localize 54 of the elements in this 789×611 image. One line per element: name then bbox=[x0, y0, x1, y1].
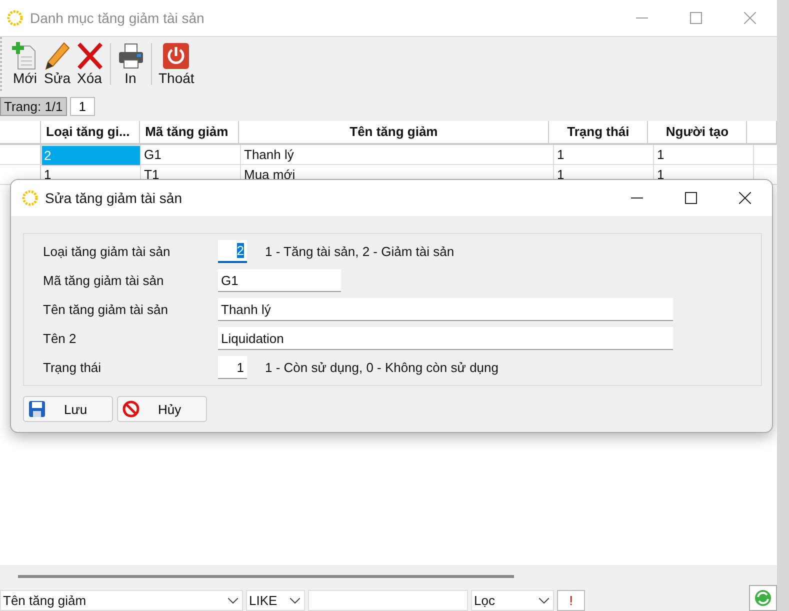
window-title: Danh mục tăng giảm tài sản bbox=[30, 10, 204, 26]
mode-dropdown[interactable]: Lọc bbox=[471, 590, 554, 611]
input-field[interactable]: 2 bbox=[218, 240, 247, 263]
table-cell: Thanh lý bbox=[241, 145, 554, 164]
table-cell: 2 bbox=[41, 145, 141, 166]
document-plus-icon bbox=[12, 42, 38, 70]
refresh-icon bbox=[753, 588, 773, 608]
cancel-button[interactable]: Hủy bbox=[117, 396, 207, 422]
sun-icon bbox=[6, 9, 24, 27]
field-label: Loại tăng giảm tài sản bbox=[43, 244, 172, 259]
toolbar-button[interactable]: In bbox=[116, 42, 146, 86]
field-label: Tên 2 bbox=[43, 331, 78, 346]
column-header[interactable]: Loại tăng gi... bbox=[41, 121, 140, 143]
scrollbar-thumb[interactable] bbox=[18, 574, 514, 578]
toolbar-button[interactable]: Sửa bbox=[42, 42, 72, 86]
toolbar-button[interactable]: Thoát bbox=[156, 42, 196, 86]
dialog-title: Sửa tăng giảm tài sản bbox=[45, 190, 182, 206]
column-header[interactable]: Tên tăng giảm bbox=[239, 121, 550, 143]
sun-icon bbox=[21, 189, 39, 207]
prohibited-icon bbox=[122, 400, 140, 418]
chevron-down-icon bbox=[539, 598, 549, 604]
refresh-button[interactable] bbox=[749, 585, 777, 611]
table-cell: 1 bbox=[654, 145, 754, 164]
input-field[interactable]: Liquidation bbox=[218, 327, 673, 350]
toolbar-button[interactable]: Mới bbox=[10, 42, 40, 86]
page-button[interactable]: 1 bbox=[70, 96, 96, 116]
power-icon bbox=[163, 42, 190, 70]
close-icon[interactable] bbox=[739, 192, 751, 204]
field-label: Mã tăng giảm tài sản bbox=[43, 273, 165, 288]
column-header[interactable]: Trạng thái bbox=[549, 121, 648, 143]
cross-icon bbox=[76, 42, 102, 70]
input-field[interactable]: G1 bbox=[218, 269, 341, 292]
chevron-down-icon bbox=[228, 598, 238, 604]
table-cell: 1 bbox=[554, 145, 654, 164]
printer-icon bbox=[118, 42, 144, 70]
field-hint: 1 - Còn sử dụng, 0 - Không còn sử dụng bbox=[265, 360, 498, 375]
field-dropdown[interactable]: Tên tăng giảm bbox=[0, 590, 243, 611]
apply-button[interactable]: ! bbox=[557, 590, 585, 611]
toolbar-button[interactable]: Xóa bbox=[74, 42, 104, 86]
pencil-icon bbox=[44, 42, 70, 70]
input-field[interactable]: Thanh lý bbox=[218, 298, 673, 321]
field-label: Tên tăng giảm tài sản bbox=[43, 302, 170, 317]
chevron-down-icon bbox=[290, 598, 300, 604]
column-header[interactable]: Mã tăng giảm bbox=[140, 121, 240, 143]
page-indicator: Trang: 1/1 bbox=[0, 96, 67, 116]
field-hint: 1 - Tăng tài sản, 2 - Giảm tài sản bbox=[265, 244, 454, 259]
save-button[interactable]: Lưu bbox=[23, 396, 113, 422]
maximize-icon[interactable] bbox=[685, 192, 697, 204]
field-label: Trạng thái bbox=[43, 360, 102, 375]
column-header[interactable]: Người tạo bbox=[648, 121, 748, 143]
input-field[interactable]: 1 bbox=[218, 356, 247, 379]
filter-input[interactable] bbox=[308, 590, 468, 611]
operator-dropdown[interactable]: LIKE bbox=[246, 590, 305, 611]
table-cell: G1 bbox=[141, 145, 241, 164]
